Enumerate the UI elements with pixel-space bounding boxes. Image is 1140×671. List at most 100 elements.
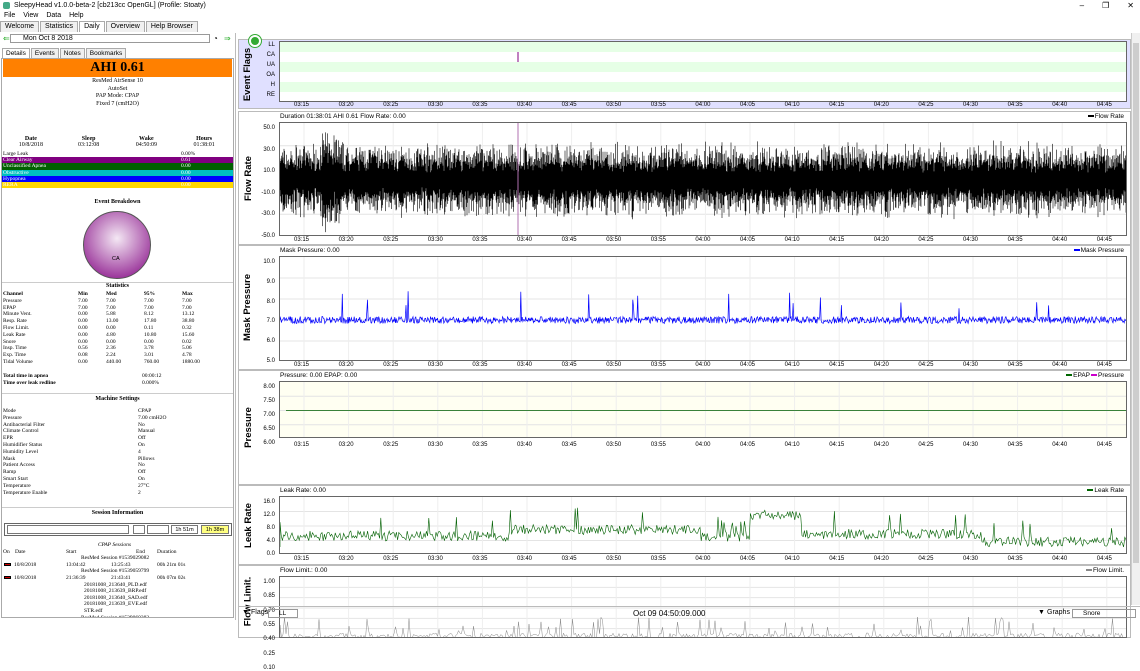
pin-icon[interactable]	[249, 35, 261, 47]
x-tick-label: 04:45	[1096, 362, 1112, 368]
setting-label: Antibacterial Filter	[3, 421, 45, 428]
session-duration-1[interactable]: 1h 51m	[171, 525, 198, 534]
tab-notes[interactable]: Notes	[59, 48, 85, 58]
stats-cell: 3.78	[144, 345, 154, 352]
tab-welcome[interactable]: Welcome	[0, 21, 40, 32]
x-tick-label: 03:35	[472, 556, 488, 562]
stats-cell: 15.60	[182, 331, 195, 338]
x-tick-label: 03:15	[294, 556, 310, 562]
graphs-dropdown-icon[interactable]: ▼	[1038, 609, 1045, 616]
menu-view[interactable]: View	[23, 11, 38, 21]
flags-combo[interactable]: LL	[268, 609, 298, 618]
flow-rate-plot[interactable]	[279, 122, 1127, 236]
stats-cell: 0.00	[78, 318, 88, 325]
stats-cell: Flow Limit.	[3, 324, 30, 331]
pie-label: CA	[112, 256, 120, 262]
y-tick-label: 7.00	[263, 412, 275, 418]
session-dur: 00h 07m 02s	[157, 574, 186, 581]
event-pie-chart	[83, 211, 151, 279]
menu-data[interactable]: Data	[46, 11, 61, 21]
maximize-button[interactable]: ❐	[1102, 0, 1109, 11]
flag-row-label: CA	[266, 52, 275, 58]
date-dropdown-icon[interactable]: ◔	[213, 34, 218, 44]
prev-day-arrow-icon[interactable]: ⇐	[3, 34, 10, 44]
graphs-label: Graphs	[1047, 609, 1070, 616]
leak-rate-title: Leak Rate	[242, 502, 254, 548]
stats-cell: Resp. Rate	[3, 318, 27, 325]
session-name-text: ResMed Session #1539029082	[81, 555, 150, 562]
minimize-button[interactable]: –	[1080, 0, 1084, 11]
x-tick-label: 03:50	[606, 237, 622, 243]
event-flags-plot[interactable]	[279, 41, 1127, 102]
x-tick-label: 04:45	[1096, 237, 1112, 243]
y-tick-label: 8.0	[266, 525, 275, 531]
close-button[interactable]: ✕	[1127, 0, 1134, 11]
setting-label: Temperature Enable	[3, 489, 48, 496]
pressure-plot[interactable]	[279, 381, 1127, 438]
next-day-arrow-icon[interactable]: ⇒	[224, 34, 231, 44]
session-dur: 00h 21m 01s	[157, 561, 186, 568]
sessions-header-cell: End	[136, 548, 145, 555]
session-date: 10/8/2018	[14, 574, 37, 581]
menu-help[interactable]: Help	[69, 11, 83, 21]
session-segment[interactable]	[7, 525, 129, 534]
sessions-header-cell: Start	[66, 548, 77, 555]
x-tick-label: 03:30	[427, 237, 443, 243]
stats-row: Flow Limit. 0.00 0.00 0.11 0.32	[2, 325, 233, 332]
x-tick-label: 03:45	[561, 237, 577, 243]
stats-cell: Pressure	[3, 297, 22, 304]
tab-details[interactable]: Details	[2, 48, 30, 58]
mask-pressure-plot[interactable]	[279, 256, 1127, 361]
stats-cell: 760.00	[144, 358, 160, 365]
session-timeline[interactable]: 1h 51m 1h 38m	[4, 523, 232, 536]
ahi-banner: AHI 0.61	[3, 59, 232, 77]
flags-dropdown-icon[interactable]: ▼	[242, 609, 249, 616]
x-tick-label: 03:20	[338, 102, 354, 108]
index-value: 0.00	[181, 181, 191, 188]
session-enabled-toggle[interactable]	[4, 562, 11, 566]
tab-overview[interactable]: Overview	[105, 21, 145, 32]
setting-row: Humidifier Status On	[2, 442, 233, 449]
tab-bookmarks[interactable]: Bookmarks	[85, 48, 127, 58]
leak-redline-time: Time over leak redline 0.000%	[3, 380, 159, 386]
setting-label: EPR	[3, 435, 14, 442]
stats-cell: Leak Rate	[3, 331, 26, 338]
flow-limit-caption: Flow Limit.: 0.00	[280, 567, 328, 574]
stats-row: Snore 0.00 0.00 0.00 0.02	[2, 339, 233, 346]
x-tick-label: 04:40	[1052, 442, 1068, 448]
leak-rate-plot[interactable]	[279, 496, 1127, 554]
session-row[interactable]: 10/8/2018 13:04:42 13:25:43 00h 21m 01s	[2, 562, 233, 569]
y-tick-label: 0.25	[263, 650, 275, 657]
pap-mode: PAP Mode: CPAP	[95, 93, 140, 99]
y-tick-label: 4.0	[266, 538, 275, 544]
x-tick-label: 04:10	[784, 442, 800, 448]
mask-pressure-caption: Mask Pressure: 0.00	[280, 247, 340, 254]
date-picker[interactable]: Mon Oct 8 2018	[10, 34, 210, 43]
graphs-combo[interactable]: Snore	[1072, 609, 1136, 618]
x-tick-label: 04:00	[695, 237, 711, 243]
scrollbar-thumb[interactable]	[1133, 43, 1139, 563]
menu-file[interactable]: File	[4, 11, 15, 21]
y-tick-label: 0.0	[266, 551, 275, 557]
tab-statistics[interactable]: Statistics	[40, 21, 79, 32]
stats-cell: 0.00	[78, 358, 88, 365]
setting-value: No	[138, 421, 145, 428]
statistics-table: Channel Min Med 95% Max Pressure 7.00 7.00 7.00 7…	[2, 291, 233, 366]
x-tick-label: 04:10	[784, 102, 800, 108]
session-duration-2[interactable]: 1h 38m	[201, 525, 229, 534]
setting-label: Patient Access	[3, 462, 35, 469]
setting-value: 2	[138, 489, 141, 496]
y-tick-label: 16.0	[263, 499, 275, 505]
session-segment[interactable]	[147, 525, 169, 534]
tab-daily[interactable]: Daily	[79, 21, 105, 32]
stats-cell: 0.00	[78, 338, 88, 345]
session-enabled-toggle[interactable]	[4, 575, 11, 579]
x-tick-label: 04:30	[963, 442, 979, 448]
session-segment[interactable]	[133, 525, 145, 534]
tab-help-browser[interactable]: Help Browser	[145, 21, 198, 32]
session-row[interactable]: 10/8/2018 21:36:39 21:43:41 00h 07m 02s	[2, 575, 233, 582]
x-tick-label: 04:20	[873, 237, 889, 243]
graph-scrollbar[interactable]	[1131, 33, 1140, 605]
tab-events[interactable]: Events	[30, 48, 59, 58]
legend-swatch	[1087, 115, 1094, 118]
